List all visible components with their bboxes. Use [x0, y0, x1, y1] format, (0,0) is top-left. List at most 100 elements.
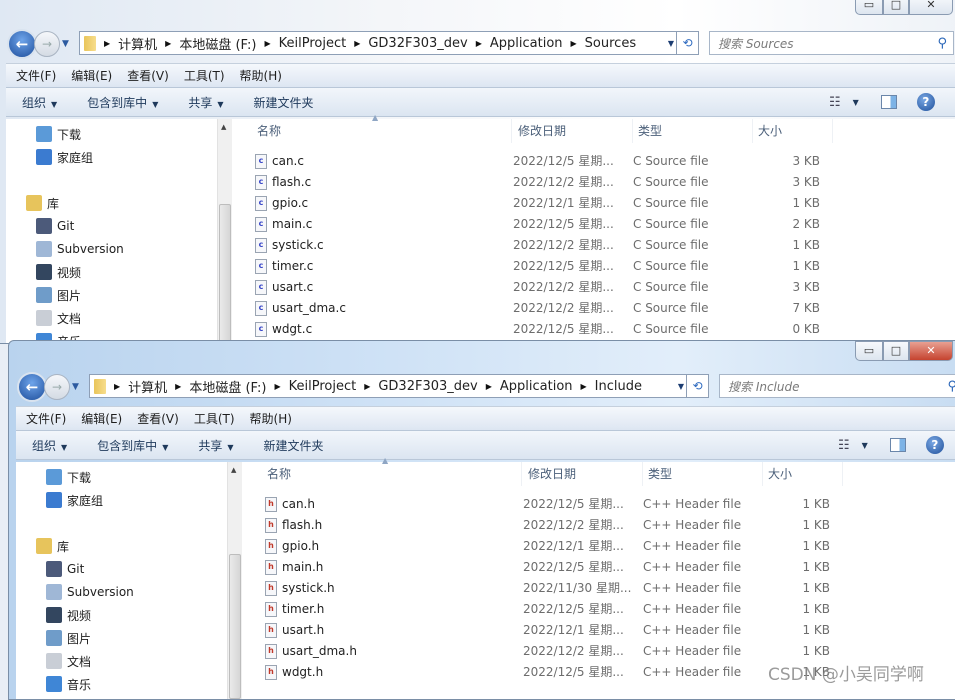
- breadcrumb-separator-icon[interactable]: ▶: [476, 39, 482, 48]
- refresh-icon[interactable]: ⟲: [676, 32, 698, 54]
- breadcrumb-separator-icon[interactable]: ▶: [165, 39, 171, 48]
- new-folder-button[interactable]: 新建文件夹: [264, 437, 324, 454]
- menu-item[interactable]: 工具(T): [184, 67, 225, 84]
- help-icon[interactable]: ?: [916, 93, 935, 111]
- view-options-chevron-icon[interactable]: ▼: [862, 441, 868, 450]
- new-folder-button[interactable]: 新建文件夹: [254, 94, 314, 111]
- nav-scrollbar[interactable]: ▲: [217, 119, 232, 343]
- address-dropdown-icon[interactable]: ▼: [678, 382, 684, 391]
- forward-button[interactable]: →: [44, 374, 70, 400]
- nav-item-subversion[interactable]: Subversion: [36, 239, 124, 259]
- scroll-thumb[interactable]: [219, 204, 231, 343]
- menu-item[interactable]: 文件(F): [26, 410, 66, 427]
- nav-item-videos[interactable]: 视频: [46, 605, 91, 625]
- breadcrumb-item[interactable]: GD32F303_dev: [378, 379, 477, 394]
- nav-item-videos[interactable]: 视频: [36, 262, 81, 282]
- address-bar[interactable]: ▶ 计算机 ▶ 本地磁盘 (F:) ▶ KeilProject ▶ GD32F303_dev ▶…: [79, 31, 699, 55]
- breadcrumb-item[interactable]: Sources: [585, 36, 636, 51]
- organize-button[interactable]: 组织 ▼: [32, 437, 67, 454]
- nav-item-documents[interactable]: 文档: [46, 651, 91, 671]
- menu-item[interactable]: 编辑(E): [71, 67, 112, 84]
- breadcrumb-item[interactable]: 本地磁盘 (F:): [189, 377, 266, 396]
- file-row[interactable]: c timer.c 2022/12/5 星期... C Source file 1 KB: [232, 256, 852, 277]
- view-details-icon[interactable]: ☷: [838, 438, 850, 453]
- include-in-library-button[interactable]: 包含到库中 ▼: [87, 94, 158, 111]
- search-input[interactable]: 搜索 Include ⚲: [719, 374, 955, 398]
- breadcrumb-separator-icon[interactable]: ▶: [114, 382, 120, 391]
- file-row[interactable]: h usart_dma.h 2022/12/2 星期... C++ Header fi…: [242, 641, 862, 662]
- breadcrumb-separator-icon[interactable]: ▶: [264, 39, 270, 48]
- file-row[interactable]: h timer.h 2022/12/5 星期... C++ Header file 1 …: [242, 599, 862, 620]
- nav-item-downloads[interactable]: 下载: [36, 124, 81, 144]
- menu-item[interactable]: 帮助(H): [250, 410, 292, 427]
- breadcrumb-item[interactable]: KeilProject: [289, 379, 357, 394]
- scroll-up-icon[interactable]: ▲: [231, 466, 236, 474]
- nav-item-libraries[interactable]: 库: [26, 193, 59, 213]
- nav-item-homegroup[interactable]: 家庭组: [46, 490, 103, 510]
- help-icon[interactable]: ?: [925, 436, 944, 454]
- maximize-button[interactable]: □: [883, 0, 909, 15]
- preview-pane-icon[interactable]: [880, 95, 897, 109]
- view-details-icon[interactable]: ☷: [829, 95, 841, 110]
- close-button[interactable]: ✕: [909, 341, 953, 361]
- file-row[interactable]: c systick.c 2022/12/2 星期... C Source file 1 …: [232, 235, 852, 256]
- nav-item-pictures[interactable]: 图片: [46, 628, 91, 648]
- breadcrumb-item[interactable]: 计算机: [118, 34, 157, 53]
- breadcrumb-separator-icon[interactable]: ▶: [571, 39, 577, 48]
- column-header-type[interactable]: 类型: [633, 119, 753, 143]
- file-row[interactable]: c wdgt.c 2022/12/5 星期... C Source file 0 KB: [232, 319, 852, 340]
- refresh-icon[interactable]: ⟲: [686, 375, 708, 397]
- file-row[interactable]: h usart.h 2022/12/1 星期... C++ Header file 1 …: [242, 620, 862, 641]
- nav-item-homegroup[interactable]: 家庭组: [36, 147, 93, 167]
- minimize-button[interactable]: ▭: [855, 341, 883, 361]
- breadcrumb-item[interactable]: 计算机: [128, 377, 167, 396]
- nav-item-subversion[interactable]: Subversion: [46, 582, 134, 602]
- nav-item-documents[interactable]: 文档: [36, 308, 81, 328]
- menu-item[interactable]: 查看(V): [127, 67, 169, 84]
- organize-button[interactable]: 组织 ▼: [22, 94, 57, 111]
- file-row[interactable]: h main.h 2022/12/5 星期... C++ Header file 1 K…: [242, 557, 862, 578]
- column-header-size[interactable]: 大小: [753, 119, 833, 143]
- address-bar[interactable]: ▶ 计算机 ▶ 本地磁盘 (F:) ▶ KeilProject ▶ GD32F303_dev ▶…: [89, 374, 709, 398]
- breadcrumb-separator-icon[interactable]: ▶: [104, 39, 110, 48]
- breadcrumb-separator-icon[interactable]: ▶: [581, 382, 587, 391]
- close-button[interactable]: ✕: [909, 0, 953, 15]
- nav-item-music[interactable]: 音乐: [46, 674, 91, 694]
- column-header-date[interactable]: 修改日期: [513, 119, 633, 143]
- maximize-button[interactable]: □: [883, 341, 909, 361]
- back-button[interactable]: ←: [17, 372, 47, 402]
- preview-pane-icon[interactable]: [889, 438, 906, 452]
- breadcrumb-item[interactable]: Application: [500, 379, 573, 394]
- file-row[interactable]: c usart_dma.c 2022/12/2 星期... C Source file…: [232, 298, 852, 319]
- scroll-up-icon[interactable]: ▲: [221, 123, 226, 131]
- recent-pages-dropdown[interactable]: ▼: [62, 39, 69, 49]
- nav-item-git[interactable]: Git: [46, 559, 84, 579]
- menu-item[interactable]: 文件(F): [16, 67, 56, 84]
- breadcrumb-item[interactable]: GD32F303_dev: [368, 36, 467, 51]
- nav-item-downloads[interactable]: 下载: [46, 467, 91, 487]
- breadcrumb-item[interactable]: Application: [490, 36, 563, 51]
- column-header-date[interactable]: 修改日期: [523, 462, 643, 486]
- share-button[interactable]: 共享 ▼: [198, 437, 233, 454]
- file-row[interactable]: h gpio.h 2022/12/1 星期... C++ Header file 1 K…: [242, 536, 862, 557]
- breadcrumb-item[interactable]: 本地磁盘 (F:): [179, 34, 256, 53]
- file-row[interactable]: h flash.h 2022/12/2 星期... C++ Header file 1 …: [242, 515, 862, 536]
- breadcrumb-separator-icon[interactable]: ▶: [364, 382, 370, 391]
- view-options-chevron-icon[interactable]: ▼: [853, 98, 859, 107]
- address-dropdown-icon[interactable]: ▼: [668, 39, 674, 48]
- breadcrumb-item[interactable]: Include: [595, 379, 642, 394]
- nav-item-pictures[interactable]: 图片: [36, 285, 81, 305]
- file-row[interactable]: h systick.h 2022/11/30 星期... C++ Header fil…: [242, 578, 862, 599]
- column-header-name[interactable]: 名称: [262, 462, 522, 486]
- nav-item-git[interactable]: Git: [36, 216, 74, 236]
- menu-item[interactable]: 编辑(E): [81, 410, 122, 427]
- recent-pages-dropdown[interactable]: ▼: [72, 382, 79, 392]
- column-header-name[interactable]: 名称: [252, 119, 512, 143]
- column-header-size[interactable]: 大小: [763, 462, 843, 486]
- include-in-library-button[interactable]: 包含到库中 ▼: [97, 437, 168, 454]
- search-icon[interactable]: ⚲: [947, 379, 955, 394]
- column-header-type[interactable]: 类型: [643, 462, 763, 486]
- file-row[interactable]: c gpio.c 2022/12/1 星期... C Source file 1 KB: [232, 193, 852, 214]
- breadcrumb-separator-icon[interactable]: ▶: [486, 382, 492, 391]
- file-row[interactable]: c flash.c 2022/12/2 星期... C Source file 3 KB: [232, 172, 852, 193]
